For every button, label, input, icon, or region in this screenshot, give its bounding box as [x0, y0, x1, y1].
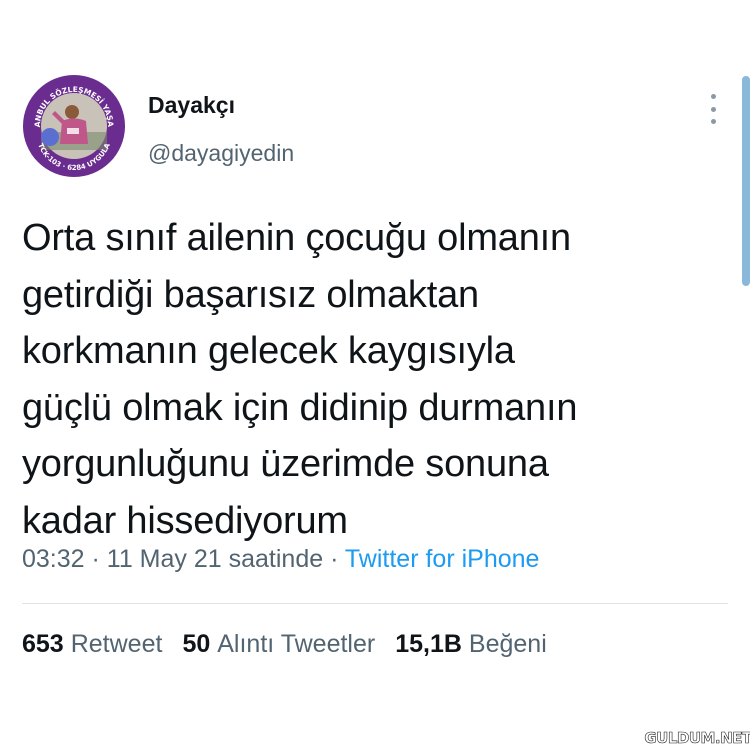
tweet-time[interactable]: 03:32 [22, 545, 85, 573]
divider [22, 603, 728, 604]
watermark-logo: GULDUM.NET [644, 729, 750, 748]
likes-stat[interactable]: 15,1B Beğeni [395, 630, 547, 659]
separator: · [323, 545, 345, 573]
tweet-text-line: korkmanın gelecek kaygısıyla [22, 330, 515, 372]
avatar-image: İSTANBUL SÖZLEŞMESİ YAŞATIR TCK-103 · 62… [22, 74, 125, 177]
tweet-text-line: getirdiği başarısız olmaktan [22, 273, 479, 316]
more-options-button[interactable] [700, 92, 726, 126]
quotes-count: 50 [182, 630, 211, 658]
likes-count: 15,1B [395, 630, 462, 658]
quotes-label: Alıntı Tweetler [217, 630, 376, 658]
more-dot-icon [710, 94, 716, 99]
retweets-label: Retweet [70, 630, 163, 658]
tweet-date[interactable]: 11 May 21 saatinde [107, 545, 323, 573]
tweet-source-link[interactable]: Twitter for iPhone [345, 545, 540, 573]
retweets-count: 653 [22, 630, 64, 658]
tweet-text-line: Orta sınıf ailenin çocuğu olmanın [22, 217, 571, 259]
tweet-card: İSTANBUL SÖZLEŞMESİ YAŞATIR TCK-103 · 62… [0, 0, 750, 750]
avatar[interactable]: İSTANBUL SÖZLEŞMESİ YAŞATIR TCK-103 · 62… [22, 74, 126, 178]
likes-label: Beğeni [468, 630, 547, 658]
tweet-text: Orta sınıf ailenin çocuğu olmanın getird… [22, 210, 712, 549]
separator: · [84, 545, 107, 573]
quotes-stat[interactable]: 50 Alıntı Tweetler [182, 630, 375, 659]
tweet-metadata: 03:32 · 11 May 21 saatinde · Twitter for… [22, 545, 539, 574]
author-display-name[interactable]: Dayakçı [148, 92, 235, 119]
more-dot-icon [710, 106, 716, 112]
tweet-text-line: kadar hissediyorum [22, 499, 348, 542]
more-dot-icon [710, 119, 716, 124]
tweet-text-line: güçlü olmak için didinip durmanın [22, 386, 578, 429]
tweet-text-line: yorgunluğunu üzerimde sonuna [22, 443, 549, 485]
tweet-stats: 653 Retweet 50 Alıntı Tweetler 15,1B Beğ… [22, 630, 547, 659]
scrollbar[interactable] [742, 76, 750, 286]
author-handle[interactable]: @dayagiyedin [148, 140, 294, 167]
retweets-stat[interactable]: 653 Retweet [22, 630, 162, 659]
